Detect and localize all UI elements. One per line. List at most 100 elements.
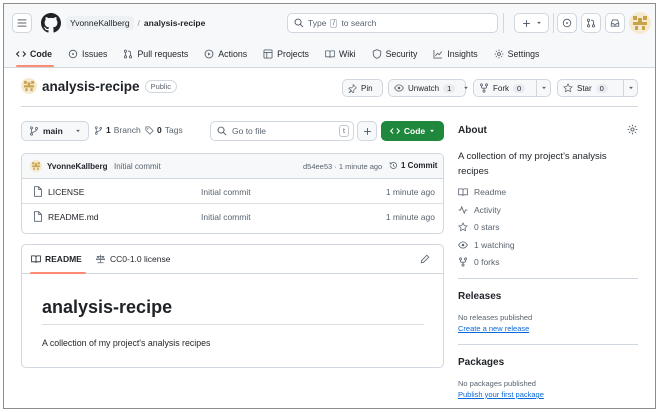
go-to-file-input[interactable]: Go to file t	[210, 121, 354, 141]
file-icon	[33, 211, 43, 222]
github-logo-icon[interactable]	[41, 13, 61, 33]
star-label: Star	[577, 83, 592, 93]
file-commit-message[interactable]: Initial commit	[201, 212, 251, 222]
fork-label: Fork	[493, 83, 509, 93]
book-icon	[458, 187, 468, 197]
global-header: YvonneKallberg / analysis-recipe Type / …	[4, 4, 655, 68]
repo-forked-icon	[479, 83, 489, 93]
tab-insights[interactable]: Insights	[425, 44, 485, 64]
unwatch-button[interactable]: Unwatch 1	[388, 79, 469, 97]
releases-title[interactable]: Releases	[458, 291, 501, 302]
publish-package-link[interactable]: Publish your first package	[458, 390, 544, 399]
commits-link[interactable]: 1 Commit	[389, 161, 437, 170]
repo-forked-icon	[458, 257, 468, 267]
title-divider	[21, 106, 638, 107]
create-release-link[interactable]: Create a new release	[458, 324, 529, 333]
pin-label: Pin	[361, 83, 373, 93]
code-icon	[16, 49, 26, 59]
watching-link[interactable]: 1 watching	[458, 240, 515, 250]
tab-license-label: CC0-1.0 license	[110, 254, 171, 264]
active-tab-indicator	[16, 65, 54, 67]
pencil-icon[interactable]	[420, 254, 430, 264]
git-pull-request-icon	[123, 49, 133, 59]
tab-label: Security	[385, 49, 418, 59]
git-pull-request-icon	[586, 18, 596, 28]
repo-nav: Code Issues Pull requests Actions Projec…	[14, 44, 547, 64]
gear-icon[interactable]	[627, 124, 638, 135]
tab-projects[interactable]: Projects	[255, 44, 317, 64]
issues-button[interactable]	[557, 13, 577, 33]
git-branch-icon	[29, 126, 39, 136]
tab-label: Actions	[218, 49, 248, 59]
inbox-button[interactable]	[605, 13, 625, 33]
repo-link[interactable]: analysis-recipe	[144, 18, 205, 28]
latest-commit-bar: YvonneKallberg Initial commit d54ee53 · …	[22, 154, 443, 179]
code-button[interactable]: Code	[381, 121, 444, 141]
breadcrumb: YvonneKallberg / analysis-recipe	[66, 14, 205, 32]
tab-readme[interactable]: README	[31, 254, 82, 264]
tab-license[interactable]: CC0-1.0 license	[95, 254, 170, 264]
packages-title[interactable]: Packages	[458, 357, 504, 368]
inbox-icon	[610, 18, 620, 28]
triangle-down-icon	[541, 85, 547, 91]
tags-label: Tags	[164, 125, 183, 135]
branch-select-button[interactable]: main	[21, 121, 89, 141]
stars-link[interactable]: 0 stars	[458, 222, 500, 232]
file-list: YvonneKallberg Initial commit d54ee53 · …	[21, 153, 444, 234]
search-suffix: to search	[341, 18, 377, 28]
commit-author[interactable]: YvonneKallberg	[47, 162, 107, 171]
pin-button[interactable]: Pin	[342, 79, 383, 97]
tags-link[interactable]: 0 Tags	[145, 125, 183, 135]
tab-actions[interactable]: Actions	[196, 44, 255, 64]
file-name[interactable]: LICENSE	[48, 187, 84, 197]
hamburger-icon	[17, 18, 27, 28]
star-button[interactable]: Star 0	[557, 79, 638, 97]
search-icon	[294, 18, 304, 28]
activity-link[interactable]: Activity	[458, 205, 501, 215]
readme-body: A collection of my project's analysis re…	[42, 338, 211, 348]
tab-settings[interactable]: Settings	[486, 44, 548, 64]
readme-tabs: README CC0-1.0 license	[22, 245, 443, 274]
global-search-input[interactable]: Type / to search	[287, 13, 498, 33]
file-commit-message[interactable]: Initial commit	[201, 187, 251, 197]
star-icon	[458, 222, 468, 232]
repo-name[interactable]: analysis-recipe	[42, 79, 140, 94]
fork-button[interactable]: Fork 0	[473, 79, 551, 97]
file-name[interactable]: README.md	[48, 212, 99, 222]
add-file-button[interactable]	[357, 121, 377, 141]
owner-link[interactable]: YvonneKallberg	[66, 16, 134, 30]
header-divider	[553, 13, 554, 33]
history-icon	[389, 161, 398, 170]
tab-pull-requests[interactable]: Pull requests	[115, 44, 196, 64]
pull-requests-button[interactable]	[581, 13, 601, 33]
avatar[interactable]	[30, 160, 42, 172]
triangle-down-icon	[463, 85, 469, 91]
forks-link[interactable]: 0 forks	[458, 257, 500, 267]
commit-message[interactable]: Initial commit	[114, 162, 161, 171]
watch-count: 1	[443, 83, 456, 93]
tab-security[interactable]: Security	[364, 44, 426, 64]
commit-sha-time[interactable]: d54ee53 · 1 minute ago	[303, 162, 382, 171]
book-icon	[325, 49, 335, 59]
tags-count: 0	[157, 125, 162, 135]
tab-readme-label: README	[45, 254, 82, 264]
triangle-down-icon	[75, 128, 81, 134]
readme-link[interactable]: Readme	[458, 187, 506, 197]
branches-link[interactable]: 1 Branch	[94, 125, 141, 135]
about-title: About	[458, 125, 487, 136]
menu-button[interactable]	[12, 13, 32, 33]
create-new-button[interactable]	[514, 13, 549, 33]
tab-code[interactable]: Code	[14, 44, 60, 64]
avatar[interactable]	[629, 12, 651, 34]
button-divider	[623, 80, 624, 96]
tab-wiki[interactable]: Wiki	[317, 44, 364, 64]
readme-panel: README CC0-1.0 license analysis-recipe A…	[21, 244, 444, 368]
file-row[interactable]: README.md Initial commit 1 minute ago	[22, 204, 443, 229]
tab-issues[interactable]: Issues	[60, 44, 115, 64]
issue-opened-icon	[562, 18, 572, 28]
file-row[interactable]: LICENSE Initial commit 1 minute ago	[22, 179, 443, 204]
tab-label: Projects	[277, 49, 309, 59]
file-time: 1 minute ago	[385, 212, 435, 222]
branches-count: 1	[106, 125, 111, 135]
play-icon	[204, 49, 214, 59]
